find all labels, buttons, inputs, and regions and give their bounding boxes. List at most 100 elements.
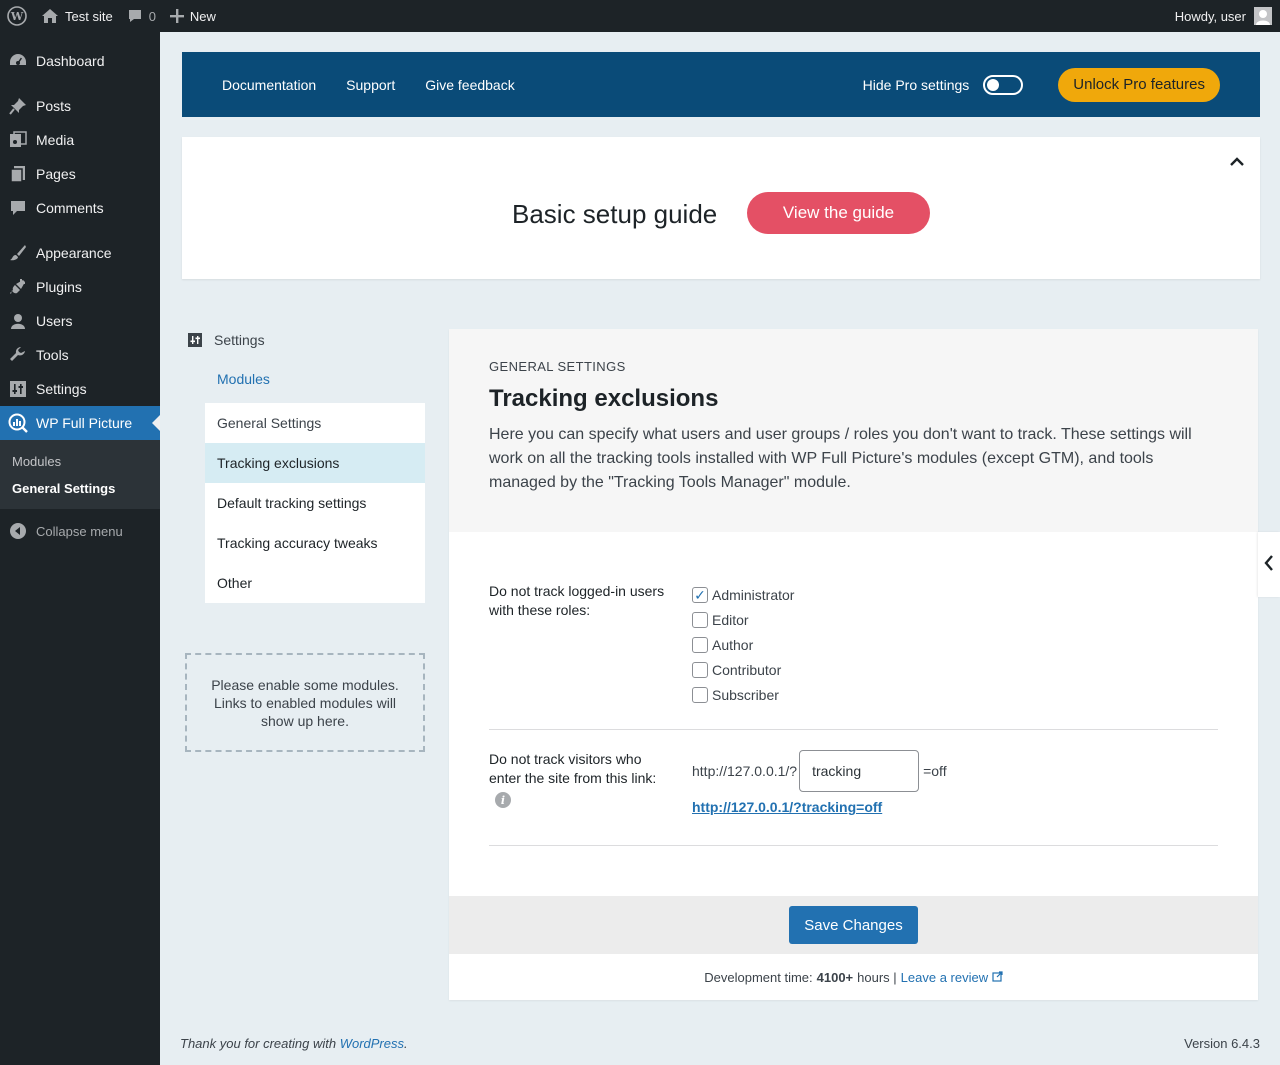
comment-icon [8,198,28,218]
page-title: Tracking exclusions [489,385,719,412]
checkbox-checked[interactable]: ✓ [692,586,708,603]
menu-media[interactable]: Media [0,123,160,157]
comments-count: 0 [148,8,156,24]
menu-wp-full-picture[interactable]: WP Full Picture [0,406,160,440]
submenu-general-settings[interactable]: General Settings [0,475,160,502]
svg-text:W: W [10,10,24,23]
give-feedback-link[interactable]: Give feedback [425,77,515,93]
menu-label: Appearance [36,245,112,261]
collapse-label: Collapse menu [36,523,123,539]
url-line: http://127.0.0.1/? tracking =off [692,750,947,792]
unlock-pro-button[interactable]: Unlock Pro features [1058,67,1220,102]
sliders-icon [8,379,28,399]
chevron-left-icon [1264,555,1274,574]
documentation-link[interactable]: Documentation [222,77,316,93]
role-option[interactable]: ✓ Administrator [692,582,794,607]
checkbox[interactable] [692,611,708,628]
sliders-icon [188,333,202,347]
account-menu[interactable]: Howdy, user [1175,7,1280,25]
setup-guide-box: Basic setup guide View the guide [182,137,1260,279]
view-guide-button[interactable]: View the guide [747,192,930,234]
modules-link[interactable]: Modules [217,371,427,393]
brush-icon [8,243,28,263]
support-link[interactable]: Support [346,77,395,93]
role-label: Author [712,636,754,653]
exclusion-url-link[interactable]: http://127.0.0.1/?tracking=off [692,799,947,815]
new-label: New [189,8,216,24]
howdy-text: Howdy, user [1174,8,1246,24]
menu-label: Posts [36,98,72,114]
menu-tools[interactable]: Tools [0,338,160,372]
checkbox[interactable] [692,686,708,703]
menu-comments[interactable]: Comments [0,191,160,225]
site-name-link[interactable]: Test site [34,0,120,32]
avatar [1254,7,1272,25]
role-option[interactable]: Author [692,632,794,657]
home-icon [41,8,59,24]
main-content: Documentation Support Give feedback Hide… [160,32,1280,1065]
tab-default-tracking-settings[interactable]: Default tracking settings [205,483,425,523]
save-changes-button[interactable]: Save Changes [789,906,918,944]
menu-plugins[interactable]: Plugins [0,270,160,304]
tab-other[interactable]: Other [205,563,425,603]
roles-checkboxes: ✓ Administrator Editor Author Contributo… [692,582,794,707]
media-icon [8,130,28,150]
settings-heading: Settings [182,329,427,351]
chevron-up-icon[interactable] [1230,155,1244,170]
comments-link[interactable]: 0 [120,0,163,32]
menu-appearance[interactable]: Appearance [0,236,160,270]
side-panel-toggle[interactable] [1258,532,1280,597]
dashboard-icon [8,51,28,71]
role-label: Administrator [712,586,795,603]
plus-icon [169,9,184,23]
analytics-icon [8,413,28,433]
role-label: Subscriber [712,686,779,703]
settings-heading-label: Settings [214,332,265,348]
url-suffix: =off [923,763,947,779]
submenu-modules[interactable]: Modules [0,448,160,475]
tab-tracking-exclusions[interactable]: Tracking exclusions [205,443,425,483]
role-option[interactable]: Subscriber [692,682,794,707]
role-option[interactable]: Contributor [692,657,794,682]
role-label: Editor [712,611,749,628]
link-label: Do not track visitors who enter the site… [489,751,657,786]
tab-tracking-accuracy-tweaks[interactable]: Tracking accuracy tweaks [205,523,425,563]
menu-posts[interactable]: Posts [0,89,160,123]
settings-nav: Settings Modules General Settings Tracki… [182,329,427,752]
pin-icon [8,96,28,116]
checkbox[interactable] [692,661,708,678]
collapse-menu-button[interactable]: Collapse menu [0,515,160,547]
roles-row: Do not track logged-in users with these … [489,582,1218,730]
menu-label: Dashboard [36,53,105,69]
menu-label: Settings [36,381,87,397]
site-name: Test site [65,8,113,24]
menu-settings[interactable]: Settings [0,372,160,406]
info-icon[interactable]: i [495,792,511,808]
tracking-param-input[interactable]: tracking [799,750,920,792]
hide-pro-label: Hide Pro settings [862,76,970,93]
admin-sidebar: Dashboard Posts Media Pages Comments App… [0,32,160,1065]
menu-label: Plugins [36,279,82,295]
link-field: http://127.0.0.1/? tracking =off http://… [692,730,947,815]
hide-pro-toggle[interactable] [983,74,1024,95]
role-option[interactable]: Editor [692,607,794,632]
menu-users[interactable]: Users [0,304,160,338]
tab-general-settings[interactable]: General Settings [205,403,425,443]
menu-pages[interactable]: Pages [0,157,160,191]
menu-dashboard[interactable]: Dashboard [0,44,160,78]
wordpress-link[interactable]: WordPress [340,1036,404,1051]
checkbox[interactable] [692,636,708,653]
comment-icon [127,8,143,24]
collapse-icon [10,523,26,539]
section-label: GENERAL SETTINGS [489,359,626,374]
admin-bar: W Test site 0 New Howdy, user [0,0,1280,32]
leave-review-link[interactable]: Leave a review [901,970,1003,985]
new-content-link[interactable]: New [163,0,223,32]
wp-version: Version 6.4.3 [1184,1036,1260,1051]
wordpress-logo-icon[interactable]: W [0,0,34,32]
role-label: Contributor [712,661,782,678]
credit-line: Development time: 4100+ hours | Leave a … [449,954,1258,1000]
user-icon [8,311,28,331]
external-link-icon [992,970,1003,985]
plugin-topbar: Documentation Support Give feedback Hide… [182,52,1260,117]
